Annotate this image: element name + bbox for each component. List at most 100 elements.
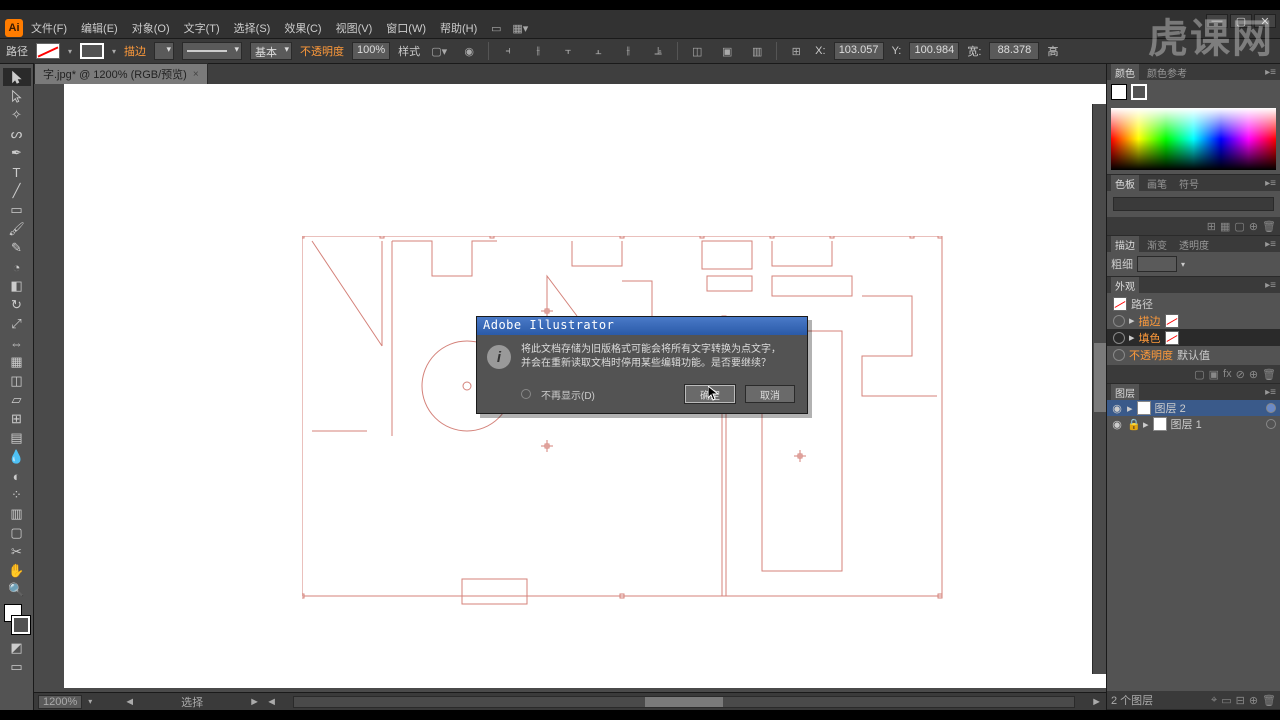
ok-button[interactable]: 确定 [685,385,735,403]
panel-fill-swatch[interactable] [1111,84,1127,100]
rotate-tool[interactable]: ↻ [3,296,31,314]
menu-window[interactable]: 窗口(W) [380,18,432,38]
shape-builder-icon[interactable]: ◫ [686,41,708,61]
free-transform-tool[interactable]: ▦ [3,353,31,371]
menu-view[interactable]: 视图(V) [330,18,379,38]
delete-icon[interactable]: 🗑 [1262,220,1276,233]
dont-show-checkbox[interactable] [521,389,531,399]
symbol-sprayer-tool[interactable]: ⁘ [3,486,31,504]
selection-tool[interactable] [3,68,31,86]
w-input[interactable]: 88.378 [989,42,1039,60]
tab-stroke[interactable]: 描边 [1111,236,1139,253]
x-input[interactable]: 103.057 [834,42,884,60]
isolate-icon[interactable]: ▣ [716,41,738,61]
screen-mode-icon[interactable]: ▭ [485,18,507,38]
opacity-link[interactable]: 不透明度 [300,43,344,59]
arrange-docs-icon[interactable]: ▦▾ [509,18,531,38]
pen-tool[interactable]: ✒ [3,144,31,162]
align-bottom-icon[interactable]: ⫡ [647,41,669,61]
nav-next-icon[interactable]: ► [249,696,260,708]
direct-selection-tool[interactable] [3,87,31,105]
visibility-icon[interactable]: ◉ [1111,402,1123,415]
tab-color-guide[interactable]: 颜色参考 [1143,64,1191,81]
eyedropper-tool[interactable]: 💧 [3,448,31,466]
delete-layer-icon[interactable]: 🗑 [1262,694,1276,707]
tab-gradient[interactable]: 渐变 [1143,236,1171,253]
scroll-right-icon[interactable]: ► [1091,696,1102,708]
panel-menu-icon[interactable]: ▸≡ [1265,178,1276,189]
panel-menu-icon[interactable]: ▸≡ [1265,67,1276,78]
panel-menu-icon[interactable]: ▸≡ [1265,280,1276,291]
expand-icon[interactable]: ▸ [1127,402,1133,415]
screen-mode-tool[interactable]: ▭ [3,658,31,676]
visibility-icon[interactable] [1113,349,1125,361]
new-stroke-icon[interactable]: ▣ [1209,368,1219,381]
blob-brush-tool[interactable]: ◔ [3,258,31,276]
pencil-tool[interactable]: ✎ [3,239,31,257]
align-left-icon[interactable]: ⫞ [497,41,519,61]
y-input[interactable]: 100.984 [909,42,959,60]
new-sublayer-icon[interactable]: ⊟ [1236,694,1245,707]
caret-icon[interactable]: ▾ [68,47,72,56]
menu-select[interactable]: 选择(S) [228,18,277,38]
vertical-scrollbar[interactable] [1092,104,1106,674]
stroke-weight-input[interactable] [1137,256,1177,272]
layer-name[interactable]: 图层 2 [1155,400,1186,416]
stroke-box[interactable] [12,616,30,634]
stroke-profile-dd[interactable] [182,42,242,60]
delete-icon[interactable]: 🗑 [1262,368,1276,381]
new-swatch-icon[interactable]: ⊕ [1249,220,1258,233]
tab-swatches[interactable]: 色板 [1111,175,1139,192]
style-swatch[interactable]: ▢▾ [428,41,450,61]
align-vcenter-icon[interactable]: ⫲ [617,41,639,61]
make-clip-icon[interactable]: ▭ [1221,694,1231,707]
scroll-thumb[interactable] [1094,343,1106,411]
stroke-link[interactable]: 描边 [124,43,146,59]
slice-tool[interactable]: ✂ [3,543,31,561]
fill-swatch[interactable] [36,43,60,59]
width-tool[interactable]: ⇔ [3,334,31,352]
menu-help[interactable]: 帮助(H) [434,18,483,38]
stroke-swatch[interactable] [80,43,104,59]
scale-tool[interactable]: ⤢ [3,315,31,333]
transform-icon[interactable]: ⊞ [785,41,807,61]
menu-type[interactable]: 文字(T) [178,18,226,38]
paintbrush-tool[interactable]: 🖌 [3,220,31,238]
zoom-tool[interactable]: 🔍 [3,581,31,599]
align-right-icon[interactable]: ⫟ [557,41,579,61]
tab-appearance[interactable]: 外观 [1111,277,1139,294]
appearance-opacity-row[interactable]: 不透明度 默认值 [1107,346,1280,363]
layer-row[interactable]: ◉ 🔒 ▸ 图层 1 [1107,416,1280,432]
add-effect-icon[interactable]: fx [1223,368,1232,380]
align-top-icon[interactable]: ⫠ [587,41,609,61]
stroke-value-swatch[interactable] [1165,314,1179,328]
visibility-icon[interactable] [1113,315,1125,327]
tab-symbols[interactable]: 符号 [1175,175,1203,192]
close-icon[interactable]: × [193,69,199,80]
caret-icon[interactable]: ▾ [1181,260,1185,269]
appearance-fill-row[interactable]: ▸ 填色 [1107,329,1280,346]
duplicate-icon[interactable]: ⊕ [1249,368,1258,381]
new-layer-icon[interactable]: ⊕ [1249,694,1258,707]
visibility-icon[interactable]: ◉ [1111,418,1123,431]
appearance-stroke-row[interactable]: ▸ 描边 [1107,312,1280,329]
line-tool[interactable]: ╱ [3,182,31,200]
target-icon[interactable] [1266,403,1276,413]
caret-icon[interactable]: ▾ [112,47,116,56]
horizontal-scrollbar[interactable] [293,696,1075,708]
lasso-tool[interactable]: ᔕ [3,125,31,143]
caret-icon[interactable]: ▾ [88,697,92,706]
color-spectrum[interactable] [1111,108,1276,170]
edit-sel-icon[interactable]: ▥ [746,41,768,61]
new-group-icon[interactable]: ▢ [1234,220,1244,233]
gradient-tool[interactable]: ▤ [3,429,31,447]
tab-transparency[interactable]: 透明度 [1175,236,1213,253]
swatch-options-icon[interactable]: ▦ [1220,220,1230,233]
zoom-level[interactable]: 1200% [38,695,82,709]
menu-effect[interactable]: 效果(C) [278,18,327,38]
locate-icon[interactable]: ⌖ [1211,694,1217,707]
nav-prev-icon[interactable]: ◄ [124,696,135,708]
document-tab[interactable]: 字.jpg* @ 1200% (RGB/预览) × [34,63,208,85]
tab-layers[interactable]: 图层 [1111,384,1139,401]
menu-file[interactable]: 文件(F) [25,18,73,38]
